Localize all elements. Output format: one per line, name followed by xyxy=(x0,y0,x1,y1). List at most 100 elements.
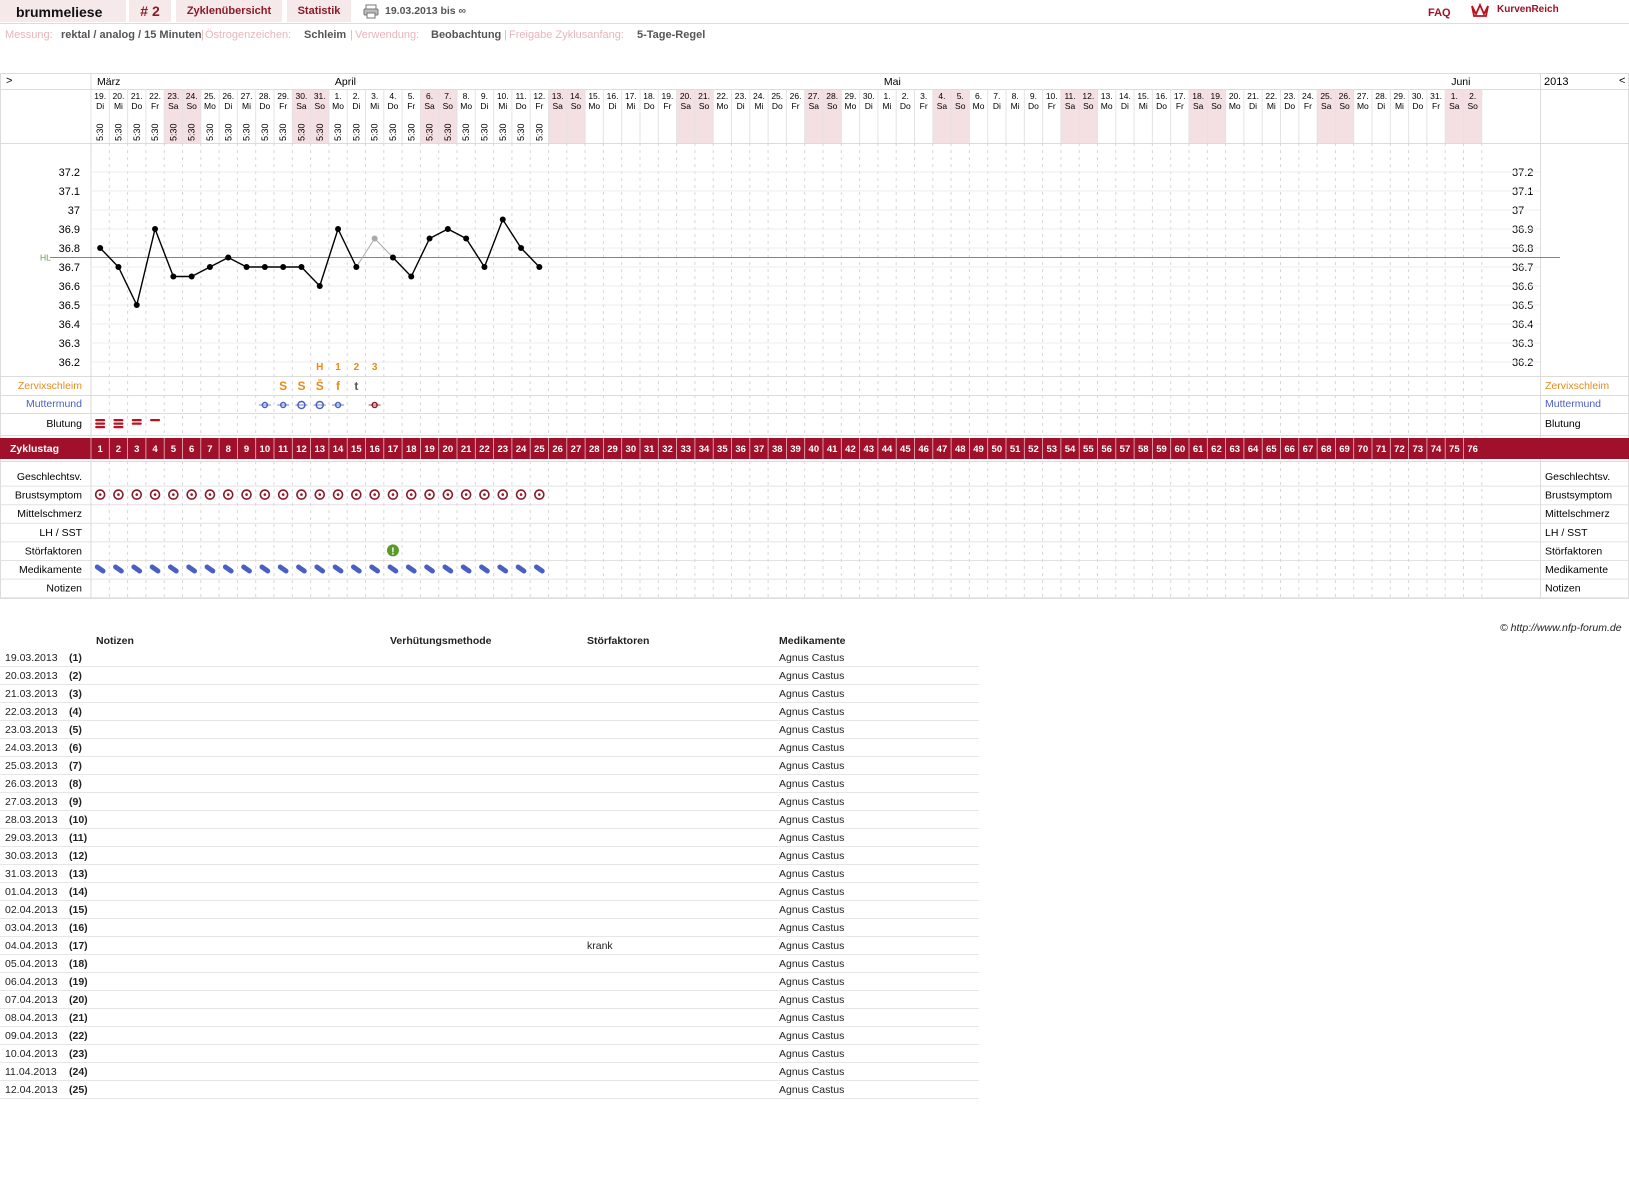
row-disturbance xyxy=(582,774,779,793)
pill-icon xyxy=(94,564,106,574)
day-date: 27. xyxy=(241,91,253,101)
day-weekday: Mo xyxy=(204,101,216,111)
temperature-point xyxy=(335,226,342,232)
row-medication: Agnus Castus xyxy=(779,918,979,937)
day-weekday: So xyxy=(186,101,197,111)
table-row: 19.03.2013 (1) Agnus Castus xyxy=(0,649,979,667)
cycle-day-number: 29 xyxy=(607,444,618,455)
cycle-day-number: 66 xyxy=(1284,444,1295,455)
row-medication: Agnus Castus xyxy=(779,864,979,883)
breast-symptom-icon-dot xyxy=(135,493,139,496)
y-tick-label-right: 37.2 xyxy=(1512,167,1533,179)
day-weekday: Fr xyxy=(1304,101,1312,111)
day-weekday: Sa xyxy=(1321,101,1332,111)
day-weekday: So xyxy=(1211,101,1222,111)
day-date: 24. xyxy=(186,91,198,101)
day-date: 29. xyxy=(277,91,289,101)
breast-symptom-icon-dot xyxy=(355,493,358,496)
cycle-day-number: 69 xyxy=(1339,444,1350,455)
faq-link[interactable]: FAQ xyxy=(1428,0,1451,26)
day-weekday: Mi xyxy=(1139,101,1148,111)
logo-text[interactable]: KurvenReich xyxy=(1497,0,1559,20)
day-weekday: Mi xyxy=(1395,101,1404,111)
printer-icon[interactable] xyxy=(363,4,379,22)
temperature-line-segment xyxy=(227,256,247,268)
row-label-muttermund-right: Muttermund xyxy=(1545,398,1601,410)
month-label: Mai xyxy=(884,76,901,88)
day-date: 20. xyxy=(1229,91,1241,101)
temperature-point xyxy=(481,264,488,270)
breast-symptom-icon-dot xyxy=(318,493,322,496)
cycle-day-number: 45 xyxy=(900,444,911,455)
row-label-bottom-right: Mittelschmerz xyxy=(1545,508,1610,520)
cycle-day-number: 42 xyxy=(845,444,856,455)
tab-statistics[interactable]: Statistik xyxy=(287,0,351,22)
cycle-day-number: 75 xyxy=(1449,444,1460,455)
measure-time: 5:30 xyxy=(498,123,508,141)
row-day: (3) xyxy=(69,684,363,703)
breast-symptom-icon-dot xyxy=(538,493,541,496)
tab-cycle-overview[interactable]: Zyklenübersicht xyxy=(176,0,282,22)
peak-marker: 3 xyxy=(372,362,378,373)
pill-icon xyxy=(369,564,381,574)
cycle-day-number: 22 xyxy=(479,444,490,455)
cycle-day-number: 63 xyxy=(1229,444,1240,455)
notes-table: Notizen Verhütungsmethode Störfaktoren M… xyxy=(0,633,979,1099)
breast-symptom-icon-dot xyxy=(373,493,376,496)
row-day: (19) xyxy=(69,972,363,991)
cycle-day-number: 60 xyxy=(1175,444,1186,455)
col-notes: Notizen xyxy=(96,635,134,647)
day-weekday: So xyxy=(699,101,710,111)
row-method xyxy=(385,1062,582,1081)
day-weekday: Mi xyxy=(242,101,251,111)
row-medication: Agnus Castus xyxy=(779,702,979,721)
row-day: (4) xyxy=(69,702,363,721)
crown-icon[interactable] xyxy=(1471,2,1489,20)
day-date: 13. xyxy=(552,91,564,101)
y-tick-label: 36.2 xyxy=(59,357,80,369)
measure-time: 5:30 xyxy=(187,123,197,141)
measure-time: 5:30 xyxy=(388,123,398,141)
breast-symptom-icon-dot xyxy=(409,493,413,496)
row-medication: Agnus Castus xyxy=(779,1026,979,1045)
row-disturbance xyxy=(582,1044,779,1063)
cycle-day-number: 21 xyxy=(461,444,472,455)
cycle-day-number: 11 xyxy=(278,444,289,455)
bleeding-marker xyxy=(131,422,142,425)
warning-icon-glyph: ! xyxy=(391,546,394,557)
y-tick-label: 37.2 xyxy=(59,167,80,179)
bleeding-marker xyxy=(150,419,161,422)
cycle-day-number: 71 xyxy=(1376,444,1387,455)
breast-symptom-icon-dot xyxy=(501,493,505,496)
pill-icon xyxy=(222,564,234,574)
day-date: 14. xyxy=(1119,91,1131,101)
table-row: 07.04.2013 (20) Agnus Castus xyxy=(0,990,979,1009)
measure-time: 5:30 xyxy=(168,123,178,141)
day-date: 8. xyxy=(463,91,470,101)
pill-icon xyxy=(296,564,307,574)
day-weekday: Fr xyxy=(279,101,287,111)
cycle-day-number: 4 xyxy=(152,444,158,455)
y-tick-label: 37.1 xyxy=(59,186,80,198)
row-method xyxy=(385,990,582,1009)
day-date: 30. xyxy=(296,91,308,101)
day-date: 19. xyxy=(94,91,106,101)
cycle-number-tab[interactable]: # 2 xyxy=(129,0,171,22)
cycle-day-number: 72 xyxy=(1394,444,1405,455)
day-weekday: Mi xyxy=(754,101,763,111)
y-tick-label: 36.7 xyxy=(59,262,80,274)
row-disturbance xyxy=(582,1062,779,1081)
temperature-line-segment xyxy=(447,228,467,240)
cycle-day-number: 15 xyxy=(351,444,362,455)
day-date: 19. xyxy=(1211,91,1223,101)
row-medication: Agnus Castus xyxy=(779,1062,979,1081)
row-day: (11) xyxy=(69,828,363,847)
cycle-day-number: 20 xyxy=(443,444,454,455)
row-medication: Agnus Castus xyxy=(779,756,979,775)
day-date: 22. xyxy=(716,91,728,101)
y-tick-label: 36.5 xyxy=(59,300,80,312)
cycle-day-number: 24 xyxy=(516,444,527,455)
row-label-bottom-right: Brustsymptom xyxy=(1545,490,1612,502)
row-day: (5) xyxy=(69,720,363,739)
table-row: 06.04.2013 (19) Agnus Castus xyxy=(0,972,979,991)
